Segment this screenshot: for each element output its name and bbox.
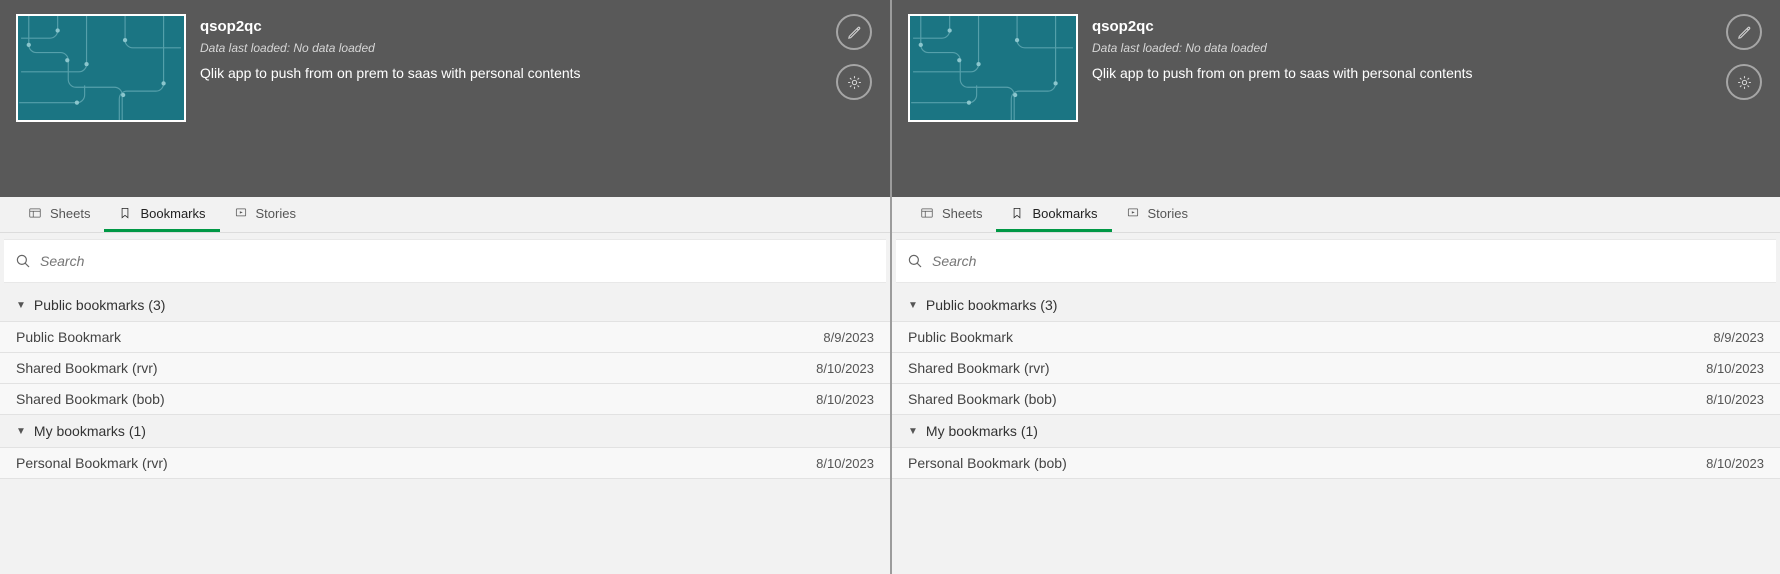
gear-icon: [1736, 74, 1753, 91]
app-thumbnail: [16, 14, 186, 122]
bookmark-date: 8/10/2023: [1706, 392, 1764, 407]
edit-button[interactable]: [1726, 14, 1762, 50]
app-meta: qsop2qc Data last loaded: No data loaded…: [186, 14, 874, 197]
tab-sheets[interactable]: Sheets: [14, 197, 104, 232]
bookmark-row[interactable]: Public Bookmark 8/9/2023: [0, 321, 890, 353]
bookmark-name: Public Bookmark: [16, 329, 121, 345]
pencil-icon: [1736, 24, 1753, 41]
bookmark-list: ▼ Public bookmarks (3) Public Bookmark 8…: [0, 289, 890, 574]
group-my-label: My bookmarks (1): [34, 423, 146, 439]
tab-stories-label: Stories: [1148, 206, 1188, 221]
group-my-header[interactable]: ▼ My bookmarks (1): [0, 415, 890, 447]
app-thumbnail: [908, 14, 1078, 122]
bookmark-name: Shared Bookmark (rvr): [16, 360, 158, 376]
sheets-icon: [920, 206, 934, 220]
app-header: qsop2qc Data last loaded: No data loaded…: [0, 0, 890, 197]
search-bar[interactable]: [896, 239, 1776, 283]
app-data-status: Data last loaded: No data loaded: [1092, 41, 1764, 55]
app-meta: qsop2qc Data last loaded: No data loaded…: [1078, 14, 1764, 197]
bookmark-name: Personal Bookmark (bob): [908, 455, 1067, 471]
stories-icon: [1126, 206, 1140, 220]
tab-stories-label: Stories: [256, 206, 296, 221]
app-header: qsop2qc Data last loaded: No data loaded…: [892, 0, 1780, 197]
bookmark-name: Shared Bookmark (rvr): [908, 360, 1050, 376]
bookmark-date: 8/9/2023: [1713, 330, 1764, 345]
group-public-label: Public bookmarks (3): [926, 297, 1058, 313]
bookmark-date: 8/9/2023: [823, 330, 874, 345]
tab-stories[interactable]: Stories: [220, 197, 310, 232]
chevron-down-icon: ▼: [908, 300, 918, 311]
bookmark-row[interactable]: Shared Bookmark (bob) 8/10/2023: [0, 384, 890, 415]
group-public-header[interactable]: ▼ Public bookmarks (3): [892, 289, 1780, 321]
thumbnail-graphic: [18, 16, 184, 120]
bookmark-name: Shared Bookmark (bob): [16, 391, 165, 407]
bookmark-list: ▼ Public bookmarks (3) Public Bookmark 8…: [892, 289, 1780, 574]
pencil-icon: [846, 24, 863, 41]
tab-sheets-label: Sheets: [942, 206, 982, 221]
bookmark-row[interactable]: Shared Bookmark (rvr) 8/10/2023: [892, 353, 1780, 384]
bookmark-row[interactable]: Shared Bookmark (bob) 8/10/2023: [892, 384, 1780, 415]
bookmark-date: 8/10/2023: [816, 392, 874, 407]
app-title: qsop2qc: [1092, 18, 1764, 35]
bookmark-icon: [1010, 206, 1024, 220]
group-my-header[interactable]: ▼ My bookmarks (1): [892, 415, 1780, 447]
settings-button[interactable]: [1726, 64, 1762, 100]
tab-bar: Sheets Bookmarks Stories: [0, 197, 890, 233]
bookmark-icon: [118, 206, 132, 220]
tab-bookmarks-label: Bookmarks: [1032, 206, 1097, 221]
tab-sheets[interactable]: Sheets: [906, 197, 996, 232]
group-public-header[interactable]: ▼ Public bookmarks (3): [0, 289, 890, 321]
bookmark-name: Personal Bookmark (rvr): [16, 455, 168, 471]
group-my-label: My bookmarks (1): [926, 423, 1038, 439]
search-icon: [906, 252, 924, 270]
app-data-status: Data last loaded: No data loaded: [200, 41, 874, 55]
bookmark-row[interactable]: Public Bookmark 8/9/2023: [892, 321, 1780, 353]
search-bar[interactable]: [4, 239, 886, 283]
edit-button[interactable]: [836, 14, 872, 50]
chevron-down-icon: ▼: [16, 426, 26, 437]
search-input[interactable]: [40, 253, 876, 269]
bookmark-date: 8/10/2023: [816, 361, 874, 376]
gear-icon: [846, 74, 863, 91]
tab-bookmarks-label: Bookmarks: [140, 206, 205, 221]
group-public-label: Public bookmarks (3): [34, 297, 166, 313]
bookmark-date: 8/10/2023: [816, 456, 874, 471]
bookmark-row[interactable]: Personal Bookmark (bob) 8/10/2023: [892, 447, 1780, 479]
tab-sheets-label: Sheets: [50, 206, 90, 221]
tab-bookmarks[interactable]: Bookmarks: [104, 197, 219, 232]
tab-bookmarks[interactable]: Bookmarks: [996, 197, 1111, 232]
bookmark-row[interactable]: Shared Bookmark (rvr) 8/10/2023: [0, 353, 890, 384]
chevron-down-icon: ▼: [908, 426, 918, 437]
bookmark-name: Shared Bookmark (bob): [908, 391, 1057, 407]
bookmark-date: 8/10/2023: [1706, 456, 1764, 471]
right-pane: qsop2qc Data last loaded: No data loaded…: [890, 0, 1780, 574]
chevron-down-icon: ▼: [16, 300, 26, 311]
app-description: Qlik app to push from on prem to saas wi…: [200, 65, 874, 81]
tab-bar: Sheets Bookmarks Stories: [892, 197, 1780, 233]
app-title: qsop2qc: [200, 18, 874, 35]
bookmark-name: Public Bookmark: [908, 329, 1013, 345]
search-input[interactable]: [932, 253, 1766, 269]
sheets-icon: [28, 206, 42, 220]
left-pane: qsop2qc Data last loaded: No data loaded…: [0, 0, 890, 574]
app-description: Qlik app to push from on prem to saas wi…: [1092, 65, 1764, 81]
settings-button[interactable]: [836, 64, 872, 100]
search-icon: [14, 252, 32, 270]
stories-icon: [234, 206, 248, 220]
bookmark-row[interactable]: Personal Bookmark (rvr) 8/10/2023: [0, 447, 890, 479]
bookmark-date: 8/10/2023: [1706, 361, 1764, 376]
thumbnail-graphic: [910, 16, 1076, 120]
tab-stories[interactable]: Stories: [1112, 197, 1202, 232]
